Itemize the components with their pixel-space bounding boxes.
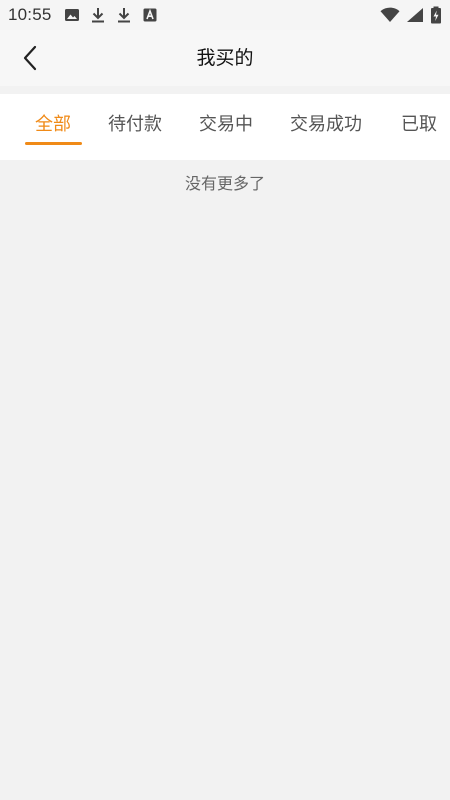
tab-all[interactable]: 全部 [35,94,71,160]
font-icon [142,7,158,23]
order-list[interactable]: 没有更多了 [0,160,450,800]
status-time: 10:55 [8,5,52,24]
image-icon [64,7,80,23]
app-header: 我买的 [0,30,450,86]
wifi-icon [380,7,400,23]
active-tab-indicator [25,142,82,145]
tab-in-transaction[interactable]: 交易中 [199,94,253,160]
battery-charging-icon [430,6,442,24]
tab-cancelled[interactable]: 已取 [401,94,437,160]
no-more-text: 没有更多了 [184,174,265,193]
signal-icon [406,7,424,23]
tab-pending-payment[interactable]: 待付款 [108,94,162,160]
download-icon [90,7,106,23]
status-notification-icons [64,7,158,23]
order-status-tabs: 全部 待付款 交易中 交易成功 已取 [0,94,450,160]
back-button[interactable] [12,40,48,76]
status-bar: 10:55 [0,0,450,30]
chevron-left-icon [22,45,38,71]
download-icon [116,7,132,23]
tab-transaction-success[interactable]: 交易成功 [290,94,362,160]
status-system-icons [380,6,442,24]
page-title: 我买的 [196,47,254,69]
